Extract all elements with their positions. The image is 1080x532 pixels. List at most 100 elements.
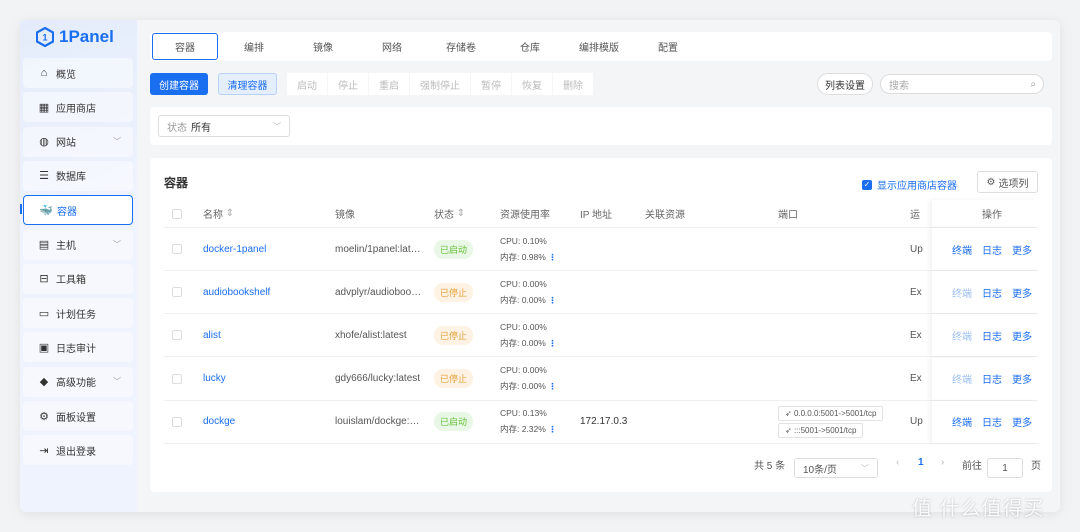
tab-0[interactable]: 容器 xyxy=(152,33,218,60)
op-more-link[interactable]: 更多 xyxy=(1012,414,1032,429)
search-input[interactable]: 搜索 ⌕ xyxy=(880,74,1044,94)
batch-action-button[interactable]: 强制停止 xyxy=(410,73,470,95)
batch-action-button[interactable]: 停止 xyxy=(328,73,368,95)
sidebar-item-2[interactable]: ◍ 网站 ﹀ xyxy=(23,126,133,157)
op-logs-link[interactable]: 日志 xyxy=(982,242,1002,257)
logo-text: 1Panel xyxy=(59,27,114,46)
tab-6[interactable]: 编排模版 xyxy=(566,33,632,60)
tab-5[interactable]: 仓库 xyxy=(497,33,563,60)
row-checkbox[interactable] xyxy=(172,416,182,427)
container-name-link[interactable]: dockge xyxy=(203,416,235,427)
select-all-checkbox[interactable] xyxy=(172,208,182,219)
checkbox-checked-icon: ✓ xyxy=(862,179,872,190)
header-ports: 端口 xyxy=(778,210,798,221)
page-unit-label: 页 xyxy=(1031,461,1041,472)
sidebar-item-0[interactable]: ⌂ 概览 xyxy=(23,58,133,88)
op-more-link[interactable]: 更多 xyxy=(1012,285,1032,300)
op-more-link[interactable]: 更多 xyxy=(1012,328,1032,343)
column-options-button[interactable]: ⚙ 选项列 xyxy=(977,171,1038,193)
tab-2[interactable]: 镜像 xyxy=(290,33,356,60)
op-terminal-link[interactable]: 终端 xyxy=(952,285,972,300)
current-page[interactable]: 1 xyxy=(918,457,924,468)
row-checkbox[interactable] xyxy=(172,330,182,341)
batch-action-button[interactable]: 恢复 xyxy=(512,73,552,95)
cpu-usage: CPU: 0.00% xyxy=(500,365,547,376)
op-more-link[interactable]: 更多 xyxy=(1012,371,1032,386)
batch-action-button[interactable]: 暂停 xyxy=(471,73,511,95)
op-logs-link[interactable]: 日志 xyxy=(982,285,1002,300)
batch-action-button[interactable]: 删除 xyxy=(553,73,593,95)
more-vertical-icon[interactable]: ⋮ xyxy=(548,295,557,305)
home-icon: ⌂ xyxy=(40,67,48,79)
op-terminal-link[interactable]: 终端 xyxy=(952,328,972,343)
row-checkbox[interactable] xyxy=(172,244,182,254)
prev-page-button[interactable]: ‹ xyxy=(896,457,899,468)
sidebar-item-label: 数据库 xyxy=(56,172,86,184)
logo[interactable]: 1 1Panel xyxy=(36,27,114,47)
tab-1[interactable]: 编排 xyxy=(221,33,287,60)
sidebar-item-10[interactable]: ⚙ 面板设置 xyxy=(23,401,133,431)
sidebar-item-label: 主机 xyxy=(56,241,76,252)
row-checkbox[interactable] xyxy=(172,287,182,298)
port-mapping-text: 0.0.0.0:5001->5001/tcp xyxy=(793,408,877,418)
sidebar-item-3[interactable]: ☰ 数据库 xyxy=(23,160,133,191)
op-terminal-link[interactable]: 终端 xyxy=(952,242,972,257)
row-checkbox[interactable] xyxy=(172,373,182,384)
batch-action-button[interactable]: 重启 xyxy=(369,73,409,95)
sidebar-item-7[interactable]: ▭ 计划任务 xyxy=(23,298,133,329)
more-vertical-icon[interactable]: ⋮ xyxy=(548,424,557,434)
sidebar-item-label: 容器 xyxy=(57,206,77,218)
more-vertical-icon[interactable]: ⋮ xyxy=(548,338,557,348)
sidebar-item-1[interactable]: ▦ 应用商店 xyxy=(23,92,133,123)
status-filter-select[interactable]: 状态 所有 ﹀ xyxy=(158,115,290,137)
op-logs-link[interactable]: 日志 xyxy=(982,414,1002,429)
goto-page-input[interactable]: 1 xyxy=(987,458,1023,478)
sidebar-item-11[interactable]: ⇥ 退出登录 xyxy=(23,435,133,466)
header-related: 关联资源 xyxy=(645,210,685,221)
container-name-link[interactable]: lucky xyxy=(203,373,226,384)
logout-icon: ⇥ xyxy=(39,444,49,457)
header-name[interactable]: 名称 ⇕ xyxy=(203,200,234,227)
cpu-usage: CPU: 0.13% xyxy=(500,408,547,419)
container-name-link[interactable]: docker-1panel xyxy=(203,244,266,255)
sidebar-item-5[interactable]: ▤ 主机 ﹀ xyxy=(23,229,133,260)
container-name-link[interactable]: audiobookshelf xyxy=(203,287,270,298)
sidebar-item-8[interactable]: ▣ 日志审计 xyxy=(23,332,133,363)
page-size-select[interactable]: 10条/页 ﹀ xyxy=(794,458,878,478)
svg-text:1: 1 xyxy=(42,33,47,43)
uptime: Ex xyxy=(910,329,922,341)
show-app-store-checkbox[interactable]: ✓ 显示应用商店容器 xyxy=(862,177,957,192)
header-status[interactable]: 状态 ⇕ xyxy=(434,200,465,227)
more-vertical-icon[interactable]: ⋮ xyxy=(548,252,557,262)
sidebar-item-4[interactable]: 🐳 容器 xyxy=(20,195,133,226)
next-page-button[interactable]: › xyxy=(941,457,944,468)
tab-4[interactable]: 存储卷 xyxy=(428,33,494,60)
memory-usage: 内存: 0.00% xyxy=(500,381,546,392)
op-more-link[interactable]: 更多 xyxy=(1012,242,1032,257)
op-terminal-link[interactable]: 终端 xyxy=(952,371,972,386)
container-name-link[interactable]: alist xyxy=(203,330,221,341)
sidebar: 1 1Panel ⌂ 概览 ▦ 应用商店 ◍ 网站 ﹀ ☰ 数据库 🐳 容器 ▤ 主机 ﹀ ⊟ 工具箱 ▭ 计划任… xyxy=(20,20,137,512)
op-logs-link[interactable]: 日志 xyxy=(982,371,1002,386)
more-vertical-icon[interactable]: ⋮ xyxy=(548,381,557,391)
container-image: xhofe/alist:latest xyxy=(335,329,407,341)
clean-containers-button[interactable]: 清理容器 xyxy=(218,73,277,95)
port-mapping-tag[interactable]: ➶ :::5001->5001/tcp xyxy=(778,422,864,438)
port-mapping-tag[interactable]: ➶ 0.0.0.0:5001->5001/tcp xyxy=(778,405,884,421)
sidebar-item-6[interactable]: ⊟ 工具箱 xyxy=(23,263,133,294)
create-container-button[interactable]: 创建容器 xyxy=(150,73,208,95)
header-ops: 操作 xyxy=(982,210,1002,221)
ops-cell: 终端 日志 更多 xyxy=(932,400,1038,443)
op-logs-link[interactable]: 日志 xyxy=(982,328,1002,343)
ops-cell: 终端 日志 更多 xyxy=(932,357,1038,400)
status-badge: 已启动 xyxy=(434,239,474,259)
batch-action-button[interactable]: 启动 xyxy=(287,73,327,95)
list-settings-button[interactable]: 列表设置 xyxy=(817,73,873,95)
ops-header-cell: 操作 xyxy=(932,200,1038,227)
status-filter-label: 状态 xyxy=(167,122,187,134)
sidebar-item-9[interactable]: ◆ 高级功能 ﹀ xyxy=(23,366,133,397)
tab-7[interactable]: 配置 xyxy=(635,33,701,60)
tab-3[interactable]: 网络 xyxy=(359,33,425,60)
ip-address: 172.17.0.3 xyxy=(580,416,628,428)
op-terminal-link[interactable]: 终端 xyxy=(952,414,972,429)
